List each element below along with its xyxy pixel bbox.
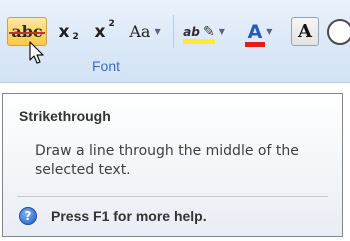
subscript-button[interactable]: x 2	[50, 17, 79, 46]
dropdown-arrow-icon[interactable]: ▼	[266, 27, 272, 36]
font-group-label: Font	[92, 58, 121, 74]
enclosed-character-icon	[327, 18, 350, 45]
ribbon-font-group: abc x 2 x 2 Aa ▼ ab ✎ ▼ A ▼ A Font	[0, 0, 350, 83]
cursor-arrow-icon	[29, 41, 44, 64]
tooltip-help-text: Press F1 for more help.	[51, 208, 207, 224]
change-case-label: Aa	[129, 22, 151, 41]
dropdown-arrow-icon[interactable]: ▼	[154, 27, 160, 36]
tooltip-title: Strikethrough	[19, 108, 111, 124]
tooltip-description: Draw a line through the middle of the se…	[35, 143, 299, 178]
change-case-button[interactable]: Aa ▼	[121, 17, 169, 46]
character-shading-button[interactable]: A	[291, 17, 319, 46]
font-color-icon: A	[244, 21, 266, 47]
strikethrough-tooltip: Strikethrough Draw a line through the mi…	[2, 93, 343, 237]
pencil-icon: ✎	[202, 23, 215, 40]
highlight-color-bar	[183, 38, 215, 44]
dropdown-arrow-icon[interactable]: ▼	[219, 27, 225, 36]
strikethrough-label: abc	[9, 22, 45, 41]
text-highlight-color-button[interactable]: ab ✎ ▼	[178, 17, 230, 46]
highlight-icon: ab ✎	[183, 23, 215, 44]
subscript-icon: x 2	[58, 21, 79, 42]
enclose-characters-button[interactable]	[325, 17, 350, 46]
superscript-button[interactable]: x 2	[86, 17, 115, 46]
font-color-button[interactable]: A ▼	[234, 17, 286, 47]
separator	[173, 15, 174, 48]
tooltip-divider	[17, 196, 328, 197]
superscript-icon: x 2	[94, 18, 115, 42]
help-icon: ?	[19, 207, 37, 225]
font-color-bar	[244, 41, 266, 47]
character-shading-label: A	[298, 21, 312, 42]
